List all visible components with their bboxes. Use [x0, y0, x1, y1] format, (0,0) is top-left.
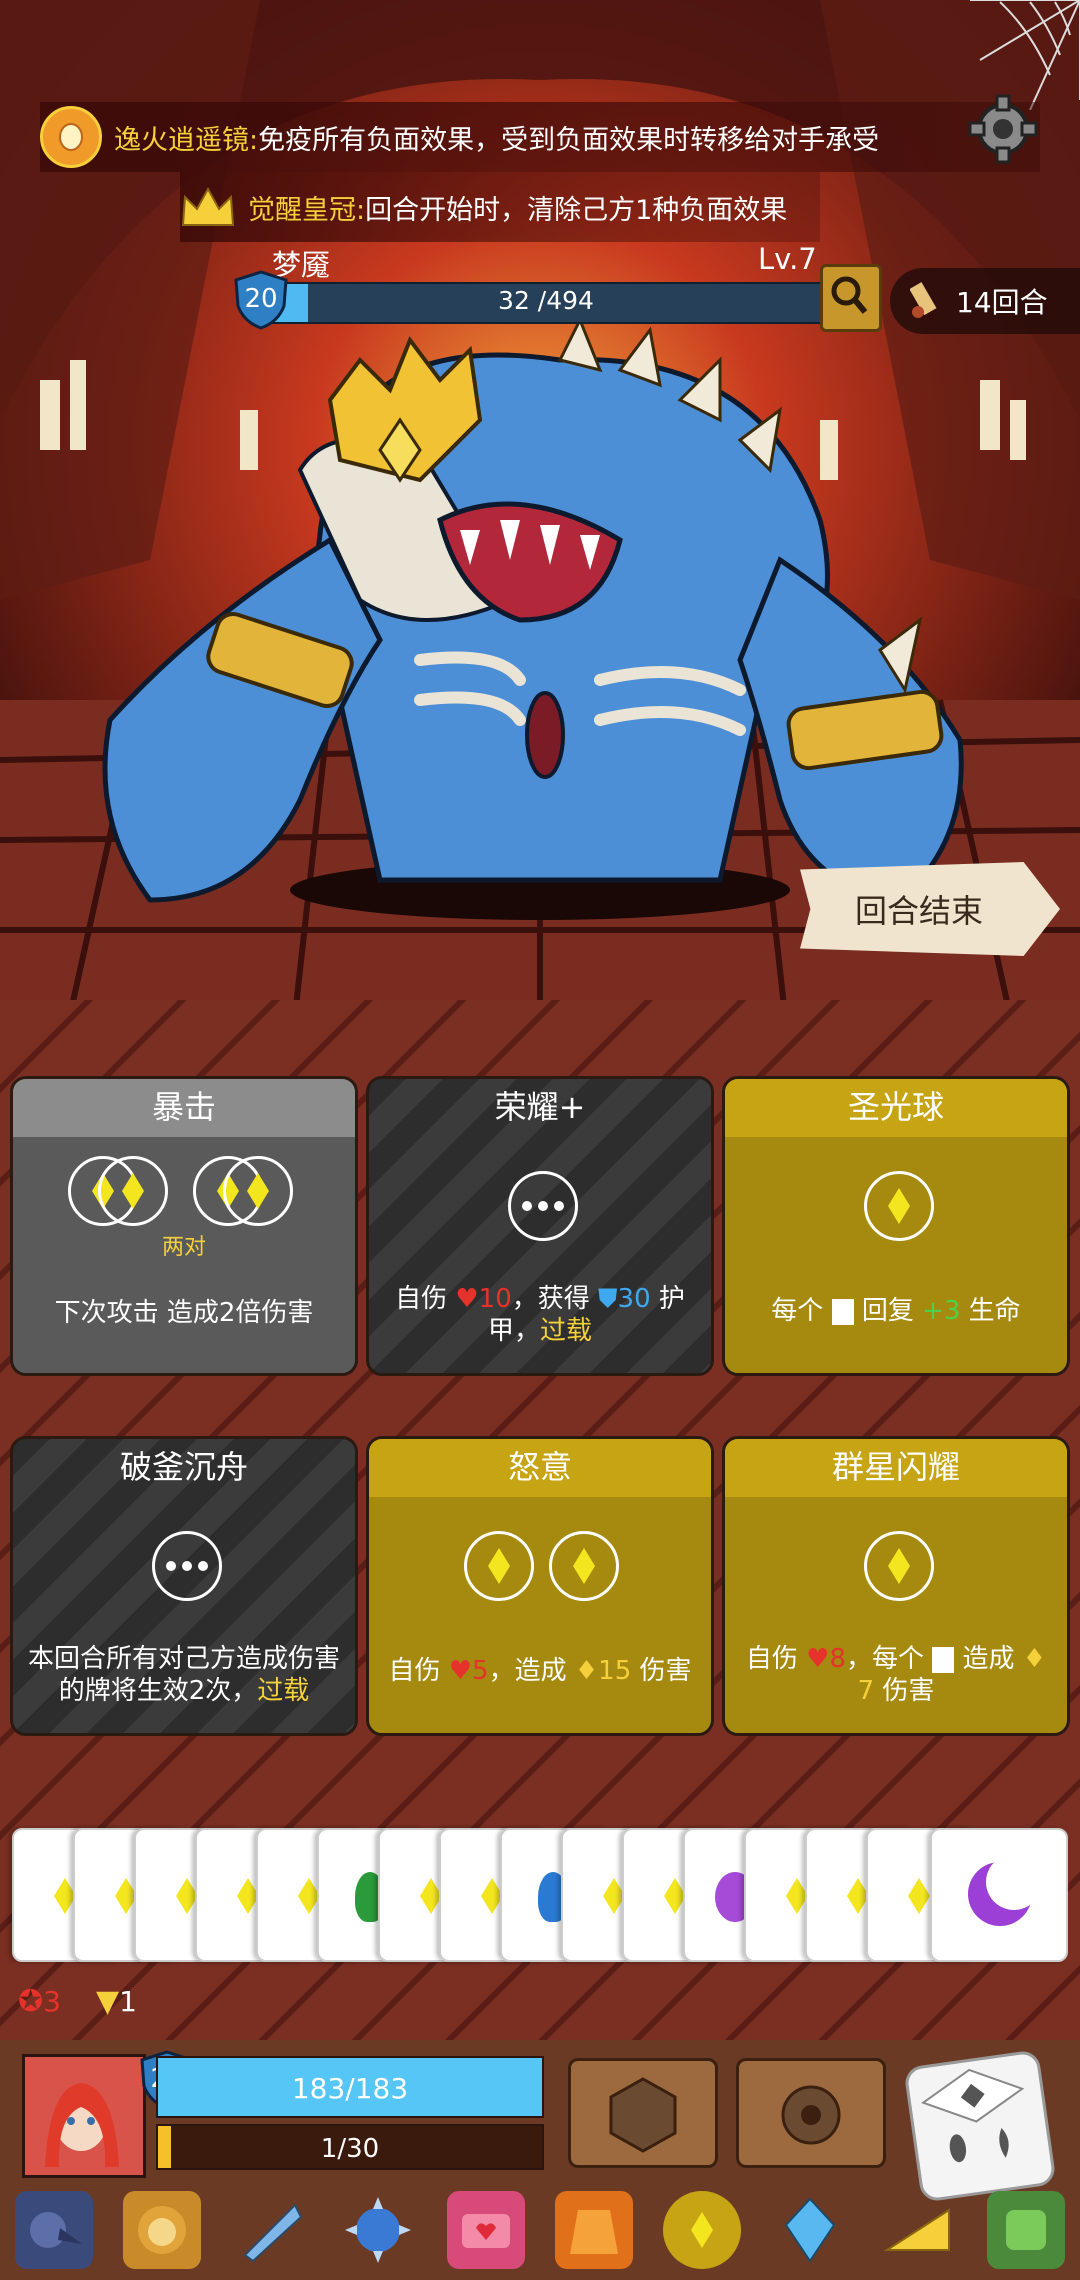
pot-icon — [781, 2085, 841, 2145]
fire-mirror-icon — [40, 106, 102, 168]
scroll-icon — [909, 278, 942, 325]
buff-name: 逸火逍遥镜: — [114, 124, 259, 156]
buff-row-1[interactable]: 逸火逍遥镜: 免疫所有负面效果，受到负面效果时转移给对手承受 — [40, 102, 1040, 172]
dice-face-icon — [831, 1298, 854, 1325]
spiked-shield-icon[interactable] — [339, 2191, 417, 2269]
enemy-hp-bar: 32 /494 — [270, 282, 822, 324]
card-title: 圣光球 — [725, 1079, 1067, 1137]
card-description: 自伤 ♥5，造成 ♦15 伤害 — [388, 1656, 692, 1686]
turn-count-text: 14回合 — [956, 286, 1048, 319]
card-title: 荣耀+ — [494, 1088, 586, 1126]
armor-icon: ⛊ — [598, 1284, 618, 1314]
diamond-icon: ♦ — [574, 1656, 599, 1686]
card-requirement: 两对 — [161, 1235, 206, 1260]
robe-icon[interactable] — [555, 2191, 633, 2269]
moon-icon — [968, 1854, 1042, 1926]
card-holy-light-orb[interactable]: 圣光球 每个 回复 +3 生命 — [722, 1076, 1070, 1376]
curse-status: ▼ 1 — [96, 1984, 137, 2019]
plague-mask-icon[interactable] — [15, 2191, 93, 2269]
any-dice-slot-icon — [152, 1531, 222, 1601]
relic-bar — [0, 2180, 1080, 2280]
card-title: 群星闪耀 — [725, 1439, 1067, 1497]
buff-desc: 免疫所有负面效果，受到负面效果时转移给对手承受 — [258, 124, 880, 156]
hand-die-moon[interactable] — [930, 1828, 1068, 1962]
equipment-slot-pot[interactable] — [736, 2058, 886, 2168]
crown-icon — [180, 184, 236, 230]
card-stars-shine[interactable]: 群星闪耀 自伤 ♥8，每个 造成 ♦ 7 伤害 — [722, 1436, 1070, 1736]
burn-status: ✪ 3 — [18, 1984, 61, 2019]
player-hp-text: 183/183 — [291, 2072, 409, 2105]
green-scroll-icon[interactable] — [987, 2191, 1065, 2269]
broken-heart-icon: ♥ — [455, 1284, 479, 1314]
equipment-slot-d20[interactable] — [568, 2058, 718, 2168]
turn-counter: 14回合 — [890, 268, 1080, 334]
dice-slot-icon — [864, 1531, 934, 1601]
triangle-curse-icon: ▼ — [96, 1984, 120, 2019]
dice-icon — [921, 2068, 1025, 2163]
broken-heart-icon: ♥ — [806, 1644, 830, 1674]
card-title: 怒意 — [369, 1439, 711, 1497]
card-critical-strike[interactable]: 暴击 两对 下次攻击 造成2倍伤害 — [10, 1076, 358, 1376]
heart-chest-icon[interactable] — [447, 2191, 525, 2269]
d20-icon — [609, 2077, 677, 2153]
card-description: 本回合所有对己方造成伤害的牌将生效2次，过载 — [27, 1644, 340, 1706]
player-exp-text: 1/30 — [320, 2134, 380, 2164]
enemy-hp-text: 32 /494 — [498, 286, 594, 315]
cheese-icon[interactable] — [879, 2191, 957, 2269]
card-burn-the-boats[interactable]: 破釜沉舟 本回合所有对己方造成伤害的牌将生效2次，过载 — [10, 1436, 358, 1736]
lion-icon[interactable] — [123, 2191, 201, 2269]
dice-slot-icon — [464, 1531, 534, 1601]
buff-desc: 回合开始时，清除己方1种负面效果 — [365, 194, 788, 226]
player-avatar[interactable] — [22, 2054, 146, 2178]
player-exp-bar: 1/30 — [156, 2124, 544, 2170]
dice-slot-icon — [223, 1156, 293, 1226]
enemy-shield-icon: 20 — [234, 270, 288, 330]
card-description: 自伤 ♥8，每个 造成 ♦ 7 伤害 — [745, 1644, 1047, 1706]
broken-heart-icon: ♥ — [448, 1656, 473, 1686]
diamond-icon: ♦ — [1022, 1644, 1047, 1674]
player-hp-bar: 183/183 — [156, 2056, 544, 2118]
card-description: 每个 回复 +3 生命 — [771, 1296, 1021, 1326]
card-title: 破釜沉舟 — [119, 1448, 248, 1486]
dice-slot-icon — [98, 1156, 168, 1226]
burn-icon: ✪ — [18, 1984, 44, 2019]
enemy-shield-value: 20 — [244, 284, 278, 314]
buff-row-2[interactable]: 觉醒皇冠: 回合开始时，清除己方1种负面效果 — [180, 172, 820, 242]
blade-icon[interactable] — [231, 2191, 309, 2269]
dice-slot-icon — [549, 1531, 619, 1601]
card-glory-plus[interactable]: 荣耀+ 自伤 ♥10，获得 ⛊30 护甲，过载 — [366, 1076, 714, 1376]
diamond-medal-icon[interactable] — [663, 2191, 741, 2269]
enemy-info-search-icon[interactable] — [820, 264, 882, 332]
enemy-level: Lv.7 — [758, 242, 817, 276]
dice-face-icon — [932, 1646, 955, 1673]
card-description: 自伤 ♥10，获得 ⛊30 护甲，过载 — [395, 1284, 685, 1346]
any-dice-slot-icon — [508, 1171, 578, 1241]
crystal-icon[interactable] — [771, 2191, 849, 2269]
buff-name: 觉醒皇冠: — [248, 194, 366, 226]
end-turn-button[interactable]: 回合结束 — [800, 862, 1060, 956]
card-title: 暴击 — [13, 1079, 355, 1137]
card-description: 下次攻击 造成2倍伤害 — [54, 1298, 314, 1328]
dice-slot-icon — [864, 1171, 934, 1241]
card-rage[interactable]: 怒意 自伤 ♥5，造成 ♦15 伤害 — [366, 1436, 714, 1736]
settings-gear-icon[interactable] — [968, 94, 1038, 164]
